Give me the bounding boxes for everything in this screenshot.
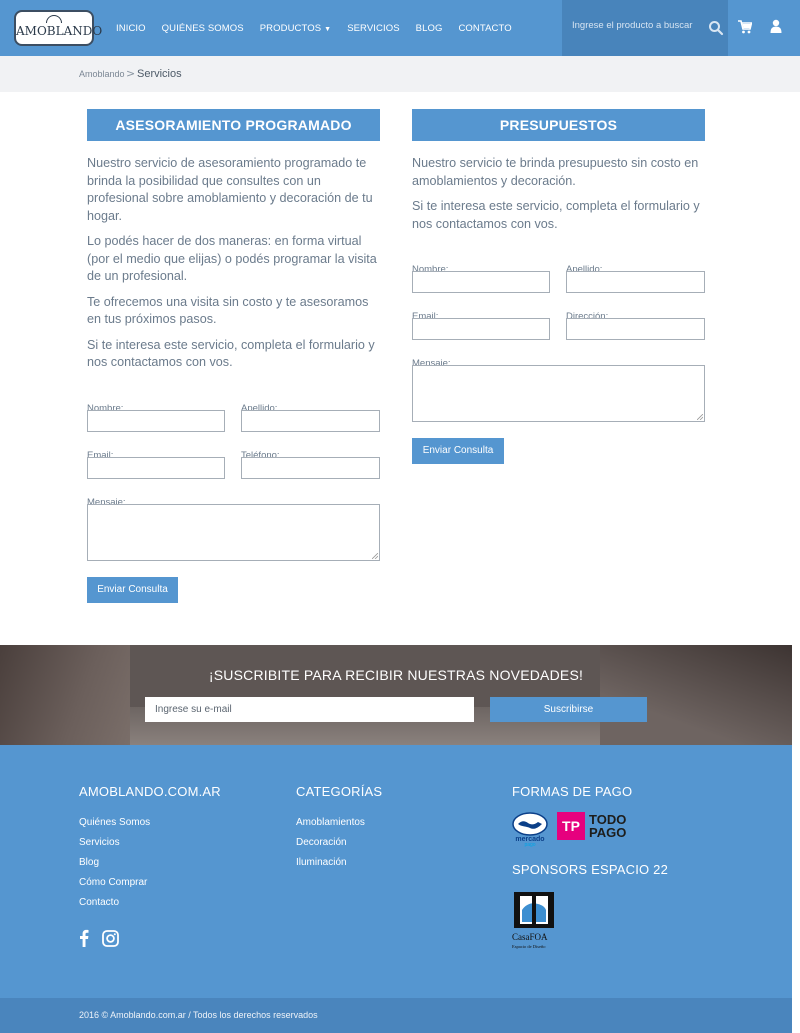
nav-item-inicio[interactable]: INICIO bbox=[116, 23, 146, 34]
breadcrumb-home[interactable]: Amoblando bbox=[79, 69, 125, 79]
subscribe-button[interactable]: Suscribirse bbox=[490, 697, 647, 722]
background-photo bbox=[600, 645, 792, 745]
footer-link-contacto[interactable]: Contacto bbox=[79, 897, 119, 908]
footer-link-decoracion[interactable]: Decoración bbox=[296, 837, 347, 848]
email-field: Email: bbox=[87, 443, 225, 479]
asesoramiento-paragraph: Nuestro servicio de asesoramiento progra… bbox=[87, 156, 373, 223]
user-icon[interactable] bbox=[770, 19, 782, 33]
apellido-field: Apellido: bbox=[241, 396, 380, 432]
telefono-input[interactable] bbox=[241, 457, 380, 479]
casafoa-emblem-icon bbox=[514, 892, 554, 928]
email-input[interactable] bbox=[87, 457, 225, 479]
resize-handle-icon[interactable] bbox=[697, 414, 703, 420]
site-logo[interactable]: AMOBLANDO bbox=[14, 10, 103, 46]
mercadopago-logo: mercado pago bbox=[512, 812, 548, 848]
breadcrumb-current: Servicios bbox=[137, 68, 182, 80]
footer-link-quienes-somos[interactable]: Quiénes Somos bbox=[79, 817, 150, 828]
footer-heading-site: AMOBLANDO.COM.AR bbox=[79, 784, 221, 799]
nav-item-contacto[interactable]: CONTACTO bbox=[458, 23, 511, 34]
telefono-field: Teléfono: bbox=[241, 443, 380, 479]
footer-link-iluminacion[interactable]: Iluminación bbox=[296, 857, 347, 868]
direccion-input[interactable] bbox=[566, 318, 705, 340]
asesoramiento-text: Nuestro servicio de asesoramiento progra… bbox=[87, 155, 380, 372]
footer-link-como-comprar[interactable]: Cómo Comprar bbox=[79, 877, 147, 888]
presupuestos-section: PRESUPUESTOS Nuestro servicio te brinda … bbox=[412, 109, 705, 241]
footer-link-blog[interactable]: Blog bbox=[79, 857, 99, 868]
logo-text: AMOBLANDO bbox=[16, 24, 103, 38]
page-edge bbox=[792, 645, 800, 1033]
presupuestos-title: PRESUPUESTOS bbox=[412, 109, 705, 141]
mensaje-textarea[interactable] bbox=[412, 365, 705, 422]
search-input[interactable] bbox=[572, 20, 702, 31]
copyright-bar: 2016 © Amoblando.com.ar / Todos los dere… bbox=[0, 998, 792, 1033]
newsletter-banner: ¡SUSCRIBITE PARA RECIBIR NUESTRAS NOVEDA… bbox=[0, 645, 792, 745]
todopago-badge: TP bbox=[557, 812, 585, 840]
footer-link-servicios[interactable]: Servicios bbox=[79, 837, 120, 848]
apellido-input[interactable] bbox=[566, 271, 705, 293]
resize-handle-icon[interactable] bbox=[372, 553, 378, 559]
footer: AMOBLANDO.COM.AR Quiénes Somos Servicios… bbox=[0, 745, 792, 998]
casafoa-tagline: Espacio de Diseño bbox=[512, 944, 546, 949]
footer-heading-sponsors: SPONSORS ESPACIO 22 bbox=[512, 862, 668, 877]
instagram-icon[interactable] bbox=[102, 930, 119, 947]
nav-item-quienes-somos[interactable]: QUIÉNES SOMOS bbox=[162, 23, 244, 34]
footer-heading-categorias: CATEGORÍAS bbox=[296, 784, 383, 799]
mensaje-field: Mensaje: bbox=[412, 351, 705, 422]
todopago-text: PAGO bbox=[589, 825, 627, 840]
newsletter-title: ¡SUSCRIBITE PARA RECIBIR NUESTRAS NOVEDA… bbox=[208, 667, 584, 683]
newsletter-email-input[interactable] bbox=[145, 697, 474, 722]
facebook-icon[interactable] bbox=[79, 929, 89, 947]
apellido-input[interactable] bbox=[241, 410, 380, 432]
asesoramiento-paragraph: Te ofrecemos una visita sin costo y te a… bbox=[87, 294, 369, 327]
nombre-field: Nombre: bbox=[87, 396, 225, 432]
logo-roof-icon bbox=[46, 15, 62, 23]
presupuestos-text: Nuestro servicio te brinda presupuesto s… bbox=[412, 155, 705, 233]
search-icon[interactable] bbox=[708, 20, 724, 36]
mensaje-field: Mensaje: bbox=[87, 490, 380, 561]
caret-down-icon: ▼ bbox=[324, 25, 332, 33]
background-photo bbox=[0, 645, 130, 745]
presupuestos-form: Nombre: Apellido: Email: Dirección: Mens… bbox=[412, 257, 705, 467]
casafoa-logo: CasaFOA Espacio de Diseño bbox=[512, 890, 558, 954]
nav-item-blog[interactable]: BLOG bbox=[416, 23, 443, 34]
search-box bbox=[562, 0, 728, 56]
nombre-input[interactable] bbox=[412, 271, 550, 293]
email-input[interactable] bbox=[412, 318, 550, 340]
nav-item-productos-label: PRODUCTOS bbox=[259, 22, 322, 34]
nombre-input[interactable] bbox=[87, 410, 225, 432]
asesoramiento-title: ASESORAMIENTO PROGRAMADO bbox=[87, 109, 380, 141]
top-navbar: AMOBLANDO INICIO QUIÉNES SOMOS PRODUCTOS… bbox=[0, 0, 800, 56]
email-field: Email: bbox=[412, 304, 550, 340]
enviar-consulta-button[interactable]: Enviar Consulta bbox=[412, 438, 504, 464]
mercadopago-subtext: pago bbox=[524, 842, 536, 848]
footer-link-amoblamientos[interactable]: Amoblamientos bbox=[296, 817, 365, 828]
breadcrumb-separator: > bbox=[126, 67, 136, 80]
cart-icon[interactable] bbox=[738, 20, 752, 34]
nombre-field: Nombre: bbox=[412, 257, 550, 293]
asesoramiento-paragraph: Lo podés hacer de dos maneras: en forma … bbox=[87, 234, 377, 283]
casafoa-name: CasaFOA bbox=[512, 932, 548, 942]
main-nav: INICIO QUIÉNES SOMOS PRODUCTOS ▼ SERVICIO… bbox=[116, 0, 528, 56]
enviar-consulta-button[interactable]: Enviar Consulta bbox=[87, 577, 178, 603]
asesoramiento-paragraph: Si te interesa este servicio, completa e… bbox=[87, 337, 375, 370]
nav-item-servicios[interactable]: SERVICIOS bbox=[347, 23, 399, 34]
copyright-text: 2016 © Amoblando.com.ar / Todos los dere… bbox=[79, 1010, 318, 1020]
todopago-logo: TP TODO PAGO bbox=[557, 812, 637, 840]
nav-item-productos[interactable]: PRODUCTOS ▼ bbox=[260, 23, 331, 34]
presupuestos-paragraph: Nuestro servicio te brinda presupuesto s… bbox=[412, 156, 699, 188]
mensaje-textarea[interactable] bbox=[87, 504, 380, 561]
apellido-field: Apellido: bbox=[566, 257, 705, 293]
asesoramiento-section: ASESORAMIENTO PROGRAMADO Nuestro servici… bbox=[87, 109, 380, 380]
breadcrumb: Amoblando > Servicios bbox=[0, 56, 800, 92]
direccion-field: Dirección: bbox=[566, 304, 705, 340]
presupuestos-paragraph: Si te interesa este servicio, completa e… bbox=[412, 199, 700, 231]
asesoramiento-form: Nombre: Apellido: Email: Teléfono: Mensa… bbox=[87, 396, 380, 606]
footer-heading-pagos: FORMAS DE PAGO bbox=[512, 784, 633, 799]
